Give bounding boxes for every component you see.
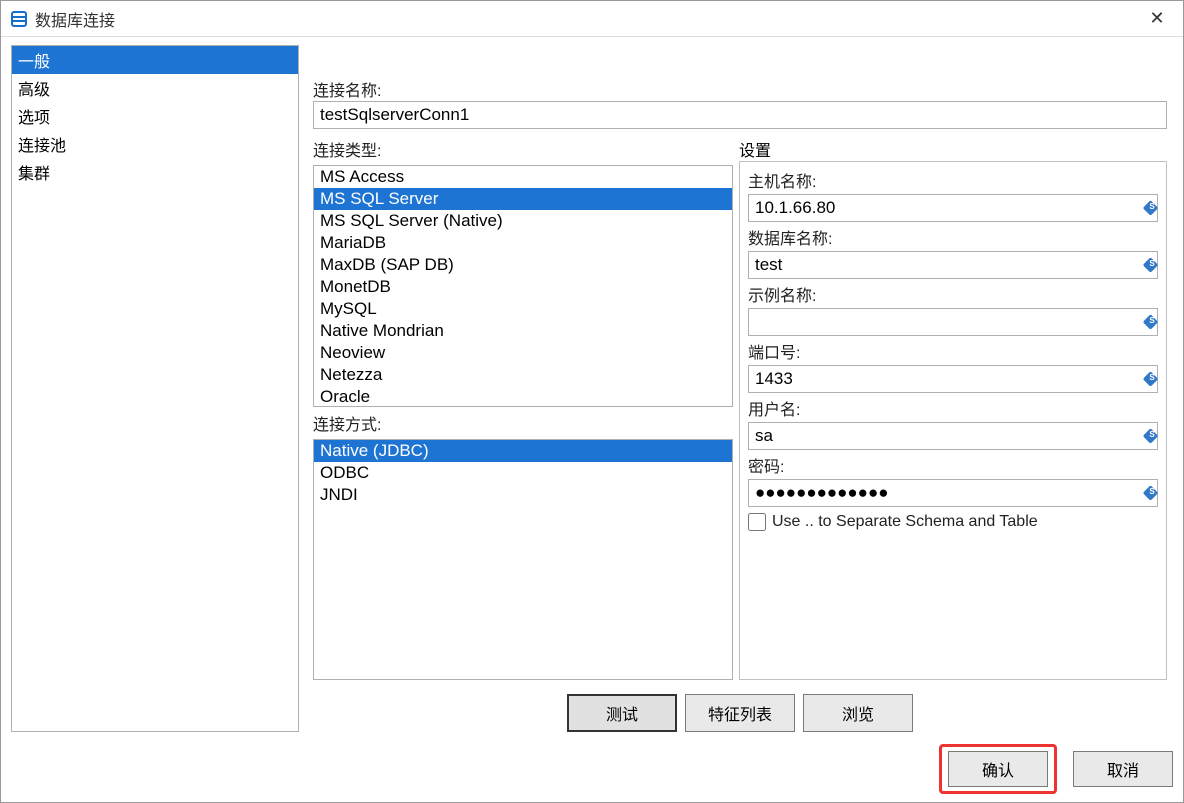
port-input[interactable] xyxy=(748,365,1158,393)
conn-type-item[interactable]: MaxDB (SAP DB) xyxy=(314,254,732,276)
pass-label: 密码: xyxy=(748,453,1158,477)
conn-type-item[interactable]: Native Mondrian xyxy=(314,320,732,342)
db-input[interactable] xyxy=(748,251,1158,279)
test-button[interactable]: 测试 xyxy=(567,694,677,732)
port-field: 端口号: xyxy=(748,339,1158,393)
conn-type-item[interactable]: MS Access xyxy=(314,166,732,188)
category-item-options[interactable]: 选项 xyxy=(12,102,298,130)
titlebar: 数据库连接 ✕ xyxy=(1,1,1183,37)
double-dot-row[interactable]: Use .. to Separate Schema and Table xyxy=(748,513,1158,531)
settings-group: 主机名称: 数据库名称: xyxy=(739,161,1167,680)
db-label: 数据库名称: xyxy=(748,225,1158,249)
settings-title: 设置 xyxy=(739,137,1167,161)
cancel-button[interactable]: 取消 xyxy=(1073,751,1173,787)
pass-field: 密码: xyxy=(748,453,1158,507)
dialog-window: 数据库连接 ✕ 一般 高级 选项 连接池 集群 连接名称: 连接类型: xyxy=(0,0,1184,803)
conn-type-item[interactable]: Oracle xyxy=(314,386,732,407)
category-item-cluster[interactable]: 集群 xyxy=(12,158,298,186)
conn-method-item[interactable]: JNDI xyxy=(314,484,732,506)
user-label: 用户名: xyxy=(748,396,1158,420)
conn-type-item[interactable]: Netezza xyxy=(314,364,732,386)
split-row: 连接类型: MS Access MS SQL Server MS SQL Ser… xyxy=(307,137,1173,686)
conn-method-label: 连接方式: xyxy=(313,411,733,435)
database-icon xyxy=(11,11,27,27)
pass-input[interactable] xyxy=(748,479,1158,507)
conn-type-item[interactable]: MS SQL Server (Native) xyxy=(314,210,732,232)
conn-name-row: 连接名称: xyxy=(307,75,1173,131)
conn-type-list[interactable]: MS Access MS SQL Server MS SQL Server (N… xyxy=(313,165,733,407)
action-buttons: 测试 特征列表 浏览 xyxy=(307,686,1173,732)
right-column: 设置 主机名称: 数据库名称: xyxy=(739,137,1167,680)
close-icon[interactable]: ✕ xyxy=(1141,5,1173,33)
conn-type-item[interactable]: MonetDB xyxy=(314,276,732,298)
ok-button[interactable]: 确认 xyxy=(948,751,1048,787)
conn-name-input[interactable] xyxy=(313,101,1167,129)
host-input[interactable] xyxy=(748,194,1158,222)
conn-type-item[interactable]: MariaDB xyxy=(314,232,732,254)
double-dot-label: Use .. to Separate Schema and Table xyxy=(772,513,1038,531)
conn-type-item[interactable]: MS SQL Server xyxy=(314,188,732,210)
instance-field: 示例名称: xyxy=(748,282,1158,336)
instance-input[interactable] xyxy=(748,308,1158,336)
user-field: 用户名: xyxy=(748,396,1158,450)
instance-label: 示例名称: xyxy=(748,282,1158,306)
category-item-general[interactable]: 一般 xyxy=(12,46,298,74)
conn-method-item[interactable]: Native (JDBC) xyxy=(314,440,732,462)
category-item-pool[interactable]: 连接池 xyxy=(12,130,298,158)
window-title: 数据库连接 xyxy=(35,7,115,31)
category-item-advanced[interactable]: 高级 xyxy=(12,74,298,102)
port-label: 端口号: xyxy=(748,339,1158,363)
user-input[interactable] xyxy=(748,422,1158,450)
dialog-body: 一般 高级 选项 连接池 集群 连接名称: 连接类型: MS Access M xyxy=(1,37,1183,742)
db-field: 数据库名称: xyxy=(748,225,1158,279)
main-row: 一般 高级 选项 连接池 集群 连接名称: 连接类型: MS Access M xyxy=(11,45,1173,732)
double-dot-checkbox[interactable] xyxy=(748,513,766,531)
right-pane: 连接名称: 连接类型: MS Access MS SQL Server MS S… xyxy=(307,45,1173,732)
conn-method-list[interactable]: Native (JDBC) ODBC JNDI xyxy=(313,439,733,681)
browse-button[interactable]: 浏览 xyxy=(803,694,913,732)
conn-type-item[interactable]: Neoview xyxy=(314,342,732,364)
feature-list-button[interactable]: 特征列表 xyxy=(685,694,795,732)
conn-type-item[interactable]: MySQL xyxy=(314,298,732,320)
conn-name-label: 连接名称: xyxy=(313,77,1167,101)
left-column: 连接类型: MS Access MS SQL Server MS SQL Ser… xyxy=(313,137,733,680)
ok-highlight: 确认 xyxy=(939,744,1057,794)
conn-type-label: 连接类型: xyxy=(313,137,733,161)
footer: 确认 取消 xyxy=(1,742,1183,802)
host-label: 主机名称: xyxy=(748,168,1158,192)
conn-method-item[interactable]: ODBC xyxy=(314,462,732,484)
host-field: 主机名称: xyxy=(748,168,1158,222)
category-list[interactable]: 一般 高级 选项 连接池 集群 xyxy=(11,45,299,732)
